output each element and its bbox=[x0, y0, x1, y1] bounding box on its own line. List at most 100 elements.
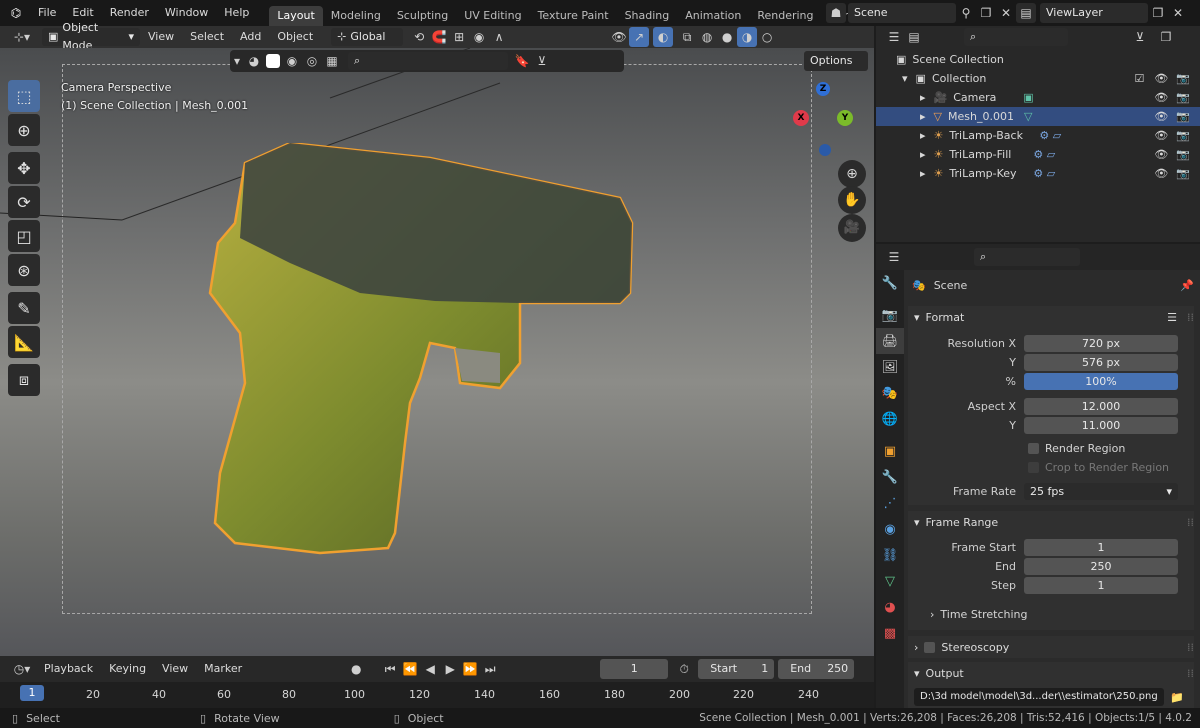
drag-handle-icon[interactable]: ⁞⁞ bbox=[1187, 516, 1194, 529]
jump-key-forward-icon[interactable]: ⏩ bbox=[460, 659, 480, 679]
frame-range-panel-header[interactable]: ▾ Frame Range ⁞⁞ bbox=[908, 511, 1194, 533]
bookmark-icon[interactable]: 🔖 bbox=[512, 51, 532, 71]
menu-help[interactable]: Help bbox=[216, 0, 257, 26]
pan-hand-icon[interactable]: ✋ bbox=[838, 186, 866, 214]
crop-region-checkbox[interactable] bbox=[1028, 462, 1039, 473]
jump-start-icon[interactable]: ⏮ bbox=[380, 659, 400, 679]
outliner-item-camera[interactable]: ▸ 🎥 Camera ▣ 👁 📷 bbox=[876, 88, 1200, 107]
falloff-icon[interactable]: ∧ bbox=[489, 27, 509, 47]
aspect-y-field[interactable]: 11.000 bbox=[1024, 417, 1178, 434]
timeline-menu-marker[interactable]: Marker bbox=[196, 656, 250, 682]
object-tab-icon[interactable]: ▣ bbox=[876, 438, 904, 464]
shading-material-icon[interactable]: ◑ bbox=[737, 27, 758, 47]
filter-icon[interactable]: ⊻ bbox=[1130, 27, 1150, 47]
blender-logo-icon[interactable]: ⌬ bbox=[6, 3, 26, 23]
gizmo-neg-z[interactable] bbox=[819, 144, 831, 156]
timeline-menu-view[interactable]: View bbox=[154, 656, 196, 682]
grid-icon[interactable]: ▦ bbox=[322, 51, 342, 71]
current-frame-field[interactable]: 1 bbox=[600, 659, 669, 679]
overlay-toggle-icon[interactable]: ◐ bbox=[653, 27, 674, 47]
proportional-edit-icon[interactable]: ◉ bbox=[469, 27, 489, 47]
shading-rendered-icon[interactable]: ○ bbox=[757, 27, 777, 47]
tab-layout[interactable]: Layout bbox=[269, 6, 323, 26]
tab-animation[interactable]: Animation bbox=[677, 6, 749, 26]
view-layer-tab-icon[interactable]: 🖼 bbox=[876, 354, 904, 380]
render-region-row[interactable]: Render Region bbox=[908, 439, 1194, 458]
delete-scene-icon[interactable]: ✕ bbox=[996, 3, 1016, 23]
current-frame-marker[interactable]: 1 bbox=[20, 685, 44, 701]
eye-icon[interactable]: 👁 bbox=[1154, 91, 1168, 104]
frame-rate-dropdown[interactable]: 25 fps ▾ bbox=[1024, 483, 1178, 500]
time-stretching-subpanel[interactable]: › Time Stretching bbox=[908, 605, 1194, 624]
options-dropdown[interactable]: Options bbox=[804, 51, 868, 71]
tab-modeling[interactable]: Modeling bbox=[323, 6, 389, 26]
material-ball-icon[interactable]: ◕ bbox=[244, 51, 264, 71]
new-scene-icon[interactable]: ❐ bbox=[976, 3, 996, 23]
render-camera-icon[interactable]: 📷 bbox=[1176, 129, 1190, 142]
constraints-tab-icon[interactable]: ⛓ bbox=[876, 542, 904, 568]
frame-start-field[interactable]: 1 bbox=[1024, 539, 1178, 556]
viewport-menu-view[interactable]: View bbox=[140, 26, 182, 48]
outliner-search-field[interactable]: ⌕ bbox=[964, 28, 1068, 46]
render-camera-icon[interactable]: 📷 bbox=[1176, 91, 1190, 104]
jump-key-back-icon[interactable]: ⏪ bbox=[400, 659, 420, 679]
format-panel-header[interactable]: ▾ Format ☰ ⁞⁞ bbox=[908, 306, 1194, 328]
eye-icon[interactable]: 👁 bbox=[1154, 129, 1168, 142]
shading-solid-icon[interactable]: ● bbox=[717, 27, 737, 47]
pin-icon[interactable]: 📌 bbox=[1180, 279, 1194, 292]
render-camera-icon[interactable]: 📷 bbox=[1176, 110, 1190, 123]
snap-icon[interactable]: 🧲 bbox=[429, 27, 449, 47]
aspect-x-field[interactable]: 12.000 bbox=[1024, 398, 1178, 415]
folder-icon[interactable]: 📁 bbox=[1170, 691, 1184, 704]
viewlayer-name-field[interactable]: ViewLayer bbox=[1040, 3, 1148, 23]
stereoscopy-panel-header[interactable]: › Stereoscopy ⁞⁞ bbox=[908, 636, 1194, 658]
particles-tab-icon[interactable]: ⋰ bbox=[876, 490, 904, 516]
move-tool-icon[interactable]: ✥ bbox=[8, 152, 40, 184]
play-icon[interactable]: ▶ bbox=[440, 659, 460, 679]
drag-handle-icon[interactable]: ⁞⁞ bbox=[1187, 641, 1194, 654]
display-mode-icon[interactable]: ▤ bbox=[904, 27, 924, 47]
delete-viewlayer-icon[interactable]: ✕ bbox=[1168, 3, 1188, 23]
zoom-icon[interactable]: ⊕ bbox=[838, 160, 866, 188]
filter-icon[interactable]: ⊻ bbox=[532, 51, 552, 71]
outliner-item-trilamp-key[interactable]: ▸ ☀ TriLamp-Key ⚙ ▱ 👁 📷 bbox=[876, 164, 1200, 183]
drag-handle-icon[interactable]: ⁞⁞ bbox=[1187, 667, 1194, 680]
texture-tab-icon[interactable]: ▩ bbox=[876, 620, 904, 646]
measure-tool-icon[interactable]: 📐 bbox=[8, 326, 40, 358]
presets-icon[interactable]: ☰ bbox=[1167, 311, 1177, 324]
output-panel-header[interactable]: ▾ Output ⁞⁞ bbox=[908, 662, 1194, 684]
navigation-gizmo[interactable]: Z X Y bbox=[793, 82, 857, 156]
gizmo-z-axis[interactable]: Z bbox=[816, 82, 830, 96]
world-tab-icon[interactable]: 🌐 bbox=[876, 406, 904, 432]
material-tab-icon[interactable]: ◕ bbox=[876, 594, 904, 620]
shading-wireframe-icon[interactable]: ◍ bbox=[697, 27, 717, 47]
drag-handle-icon[interactable]: ⁞⁞ bbox=[1187, 311, 1194, 324]
jump-end-icon[interactable]: ⏭ bbox=[480, 659, 500, 679]
xray-icon[interactable]: ⧉ bbox=[677, 27, 697, 47]
viewport-menu-object[interactable]: Object bbox=[269, 26, 321, 48]
stopwatch-icon[interactable]: ⏱ bbox=[674, 659, 694, 679]
cursor-tool-icon[interactable]: ⊕ bbox=[8, 114, 40, 146]
render-camera-icon[interactable]: 📷 bbox=[1176, 72, 1190, 85]
checkbox-icon[interactable]: ☑ bbox=[1134, 72, 1144, 85]
snap-target-icon[interactable]: ⊞ bbox=[449, 27, 469, 47]
transform-orientation-dropdown[interactable]: ⊹ Global bbox=[331, 28, 404, 46]
physics-tab-icon[interactable]: ◉ bbox=[876, 516, 904, 542]
outliner-item-trilamp-fill[interactable]: ▸ ☀ TriLamp-Fill ⚙ ▱ 👁 📷 bbox=[876, 145, 1200, 164]
new-viewlayer-icon[interactable]: ❐ bbox=[1148, 3, 1168, 23]
scene-name-field[interactable]: Scene bbox=[848, 3, 956, 23]
rotate-tool-icon[interactable]: ⟳ bbox=[8, 186, 40, 218]
outliner-scene-collection[interactable]: ▣ Scene Collection bbox=[876, 50, 1200, 69]
output-path-field[interactable]: D:\3d model\model\3d...der\\estimator\25… bbox=[914, 688, 1164, 706]
record-icon[interactable]: ● bbox=[346, 659, 366, 679]
eye-icon[interactable]: 👁 bbox=[1154, 167, 1168, 180]
eye-icon[interactable]: 👁 bbox=[1154, 148, 1168, 161]
gizmo-toggle-icon[interactable]: ↗ bbox=[629, 27, 650, 47]
editor-type-icon[interactable]: ⊹▾ bbox=[8, 27, 36, 47]
gizmo-x-axis[interactable]: X bbox=[793, 110, 809, 126]
timeline-menu-keying[interactable]: Keying bbox=[101, 656, 154, 682]
sphere-icon[interactable]: ◉ bbox=[282, 51, 302, 71]
render-camera-icon[interactable]: 📷 bbox=[1176, 148, 1190, 161]
new-collection-icon[interactable]: ❐ bbox=[1156, 27, 1176, 47]
render-camera-icon[interactable]: 📷 bbox=[1176, 167, 1190, 180]
